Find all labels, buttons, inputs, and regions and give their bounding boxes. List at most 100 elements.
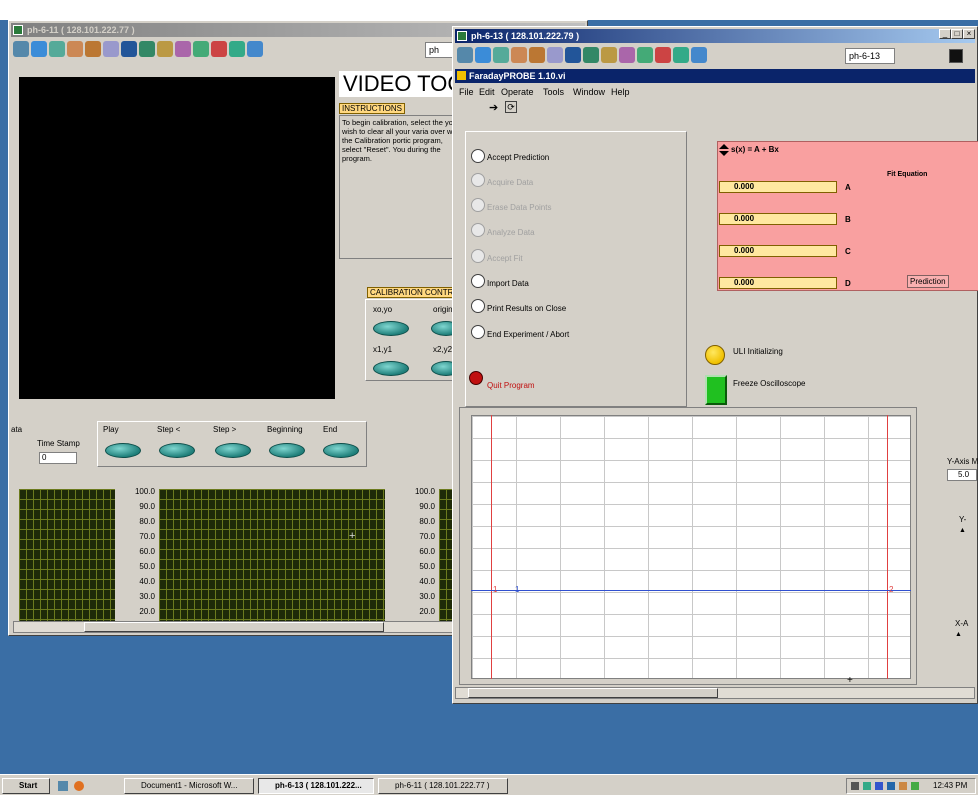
tool-icon[interactable] — [673, 47, 689, 63]
end-button[interactable] — [323, 443, 359, 458]
window-title: ph-6-13 ( 128.101.222.79 ) — [471, 31, 580, 41]
tool-icon[interactable] — [691, 47, 707, 63]
host-combo[interactable]: ph-6-13 — [845, 48, 895, 64]
menu-edit[interactable]: Edit — [479, 87, 495, 97]
desktop-icon[interactable] — [58, 781, 68, 791]
tool-icon[interactable] — [529, 47, 545, 63]
cursor-1-line[interactable] — [491, 415, 492, 679]
tool-icon[interactable] — [565, 47, 581, 63]
radio-erase-data-points[interactable] — [471, 198, 485, 212]
fit-formula[interactable]: s(x) = A + Bx — [731, 145, 779, 154]
fit-equation-label: Fit Equation — [887, 171, 928, 178]
horizontal-scrollbar[interactable] — [455, 687, 975, 699]
scroll-thumb[interactable] — [84, 622, 384, 632]
radio-import-data[interactable] — [471, 274, 485, 288]
menu-file[interactable]: File — [459, 87, 474, 97]
tool-icon[interactable] — [475, 47, 491, 63]
tool-icon[interactable] — [229, 41, 245, 57]
tool-icon[interactable] — [211, 41, 227, 57]
xoyo-button[interactable] — [373, 321, 409, 336]
x-stepper[interactable]: ▲ — [955, 631, 963, 643]
browser-icon[interactable] — [74, 781, 84, 791]
param-c-input[interactable]: 0.000 — [719, 245, 837, 257]
title-bar[interactable]: ph-6-13 ( 128.101.222.79 ) — [455, 29, 975, 43]
radio-acquire-data[interactable] — [471, 173, 485, 187]
cursor-1-label-blue: 1 — [515, 585, 520, 594]
tool-icon[interactable] — [457, 47, 473, 63]
text-icon[interactable] — [103, 41, 119, 57]
tray-icon[interactable] — [875, 782, 883, 790]
yaxis-input[interactable]: 5.0 — [947, 469, 977, 481]
window-ph-6-13[interactable]: ph-6-13 ( 128.101.222.79 ) _ □ × ph-6-13… — [452, 26, 978, 704]
text-icon[interactable] — [547, 47, 563, 63]
play-button[interactable] — [105, 443, 141, 458]
step-forward-button[interactable] — [215, 443, 251, 458]
radio-print-results[interactable] — [471, 299, 485, 313]
globe-icon[interactable] — [49, 41, 65, 57]
tool-icon[interactable] — [31, 41, 47, 57]
menu-operate[interactable]: Operate — [501, 87, 534, 97]
param-d-input[interactable]: 0.000 — [719, 277, 837, 289]
run-continuous-icon[interactable]: ⟳ — [505, 101, 517, 113]
tray-icon[interactable] — [911, 782, 919, 790]
tool-icon[interactable] — [247, 41, 263, 57]
prediction-button[interactable]: Prediction — [907, 275, 949, 288]
menu-tools[interactable]: Tools — [543, 87, 564, 97]
cursor-2-line[interactable] — [887, 415, 888, 679]
tray-icon[interactable] — [863, 782, 871, 790]
tool-icon[interactable] — [637, 47, 653, 63]
task-ph-6-11[interactable]: ph-6-11 ( 128.101.222.77 ) — [378, 778, 508, 794]
tool-icon[interactable] — [193, 41, 209, 57]
tray-icon[interactable] — [899, 782, 907, 790]
scroll-thumb[interactable] — [468, 688, 718, 698]
tool-icon[interactable] — [619, 47, 635, 63]
tray-icon[interactable] — [887, 782, 895, 790]
minimize-button[interactable]: _ — [939, 29, 951, 39]
start-button[interactable]: Start — [2, 778, 50, 794]
beginning-button[interactable] — [269, 443, 305, 458]
run-arrow-icon[interactable]: ➔ — [489, 101, 498, 114]
tool-icon[interactable] — [157, 41, 173, 57]
tool-icon[interactable] — [85, 41, 101, 57]
y-stepper[interactable]: ▲ — [959, 527, 967, 539]
close-button[interactable]: × — [963, 29, 975, 39]
formula-selector-down-icon[interactable] — [719, 151, 729, 156]
tool-icon[interactable] — [13, 41, 29, 57]
param-a-input[interactable]: 0.000 — [719, 181, 837, 193]
time-stamp-value[interactable]: 0 — [39, 452, 77, 464]
task-label: ph-6-11 ( 128.101.222.77 ) — [395, 781, 490, 790]
horizontal-scrollbar[interactable] — [13, 621, 453, 633]
task-document1[interactable]: Document1 - Microsoft W... — [124, 778, 254, 794]
menu-window[interactable]: Window — [573, 87, 605, 97]
host-combo[interactable]: ph — [425, 42, 455, 58]
tool-icon[interactable] — [655, 47, 671, 63]
tool-icon[interactable] — [511, 47, 527, 63]
tick-label: 90.0 — [419, 502, 435, 511]
tray-icon[interactable] — [851, 782, 859, 790]
tool-icon[interactable] — [583, 47, 599, 63]
quit-led[interactable] — [469, 371, 483, 385]
task-ph-6-13[interactable]: ph-6-13 ( 128.101.222... — [258, 778, 374, 794]
menu-help[interactable]: Help — [611, 87, 630, 97]
tool-icon[interactable] — [121, 41, 137, 57]
vi-title-bar: FaradayPROBE 1.10.vi — [455, 69, 975, 83]
quit-label: Quit Program — [487, 381, 535, 390]
time-stamp-label: Time Stamp — [37, 439, 80, 448]
tool-icon[interactable] — [601, 47, 617, 63]
step-back-button[interactable] — [159, 443, 195, 458]
radio-analyze-data[interactable] — [471, 223, 485, 237]
tool-icon[interactable] — [67, 41, 83, 57]
radio-accept-prediction[interactable] — [471, 149, 485, 163]
tool-icon[interactable] — [175, 41, 191, 57]
radio-end-experiment[interactable] — [471, 325, 485, 339]
maximize-button[interactable]: □ — [951, 29, 963, 39]
param-b-input[interactable]: 0.000 — [719, 213, 837, 225]
tool-icon[interactable] — [139, 41, 155, 57]
x1y1-button[interactable] — [373, 361, 409, 376]
uli-label: ULI Initializing — [733, 347, 783, 356]
globe-icon[interactable] — [493, 47, 509, 63]
app-icon — [13, 25, 23, 35]
formula-selector-up-icon[interactable] — [719, 144, 729, 149]
radio-accept-fit[interactable] — [471, 249, 485, 263]
freeze-button[interactable] — [705, 375, 727, 405]
